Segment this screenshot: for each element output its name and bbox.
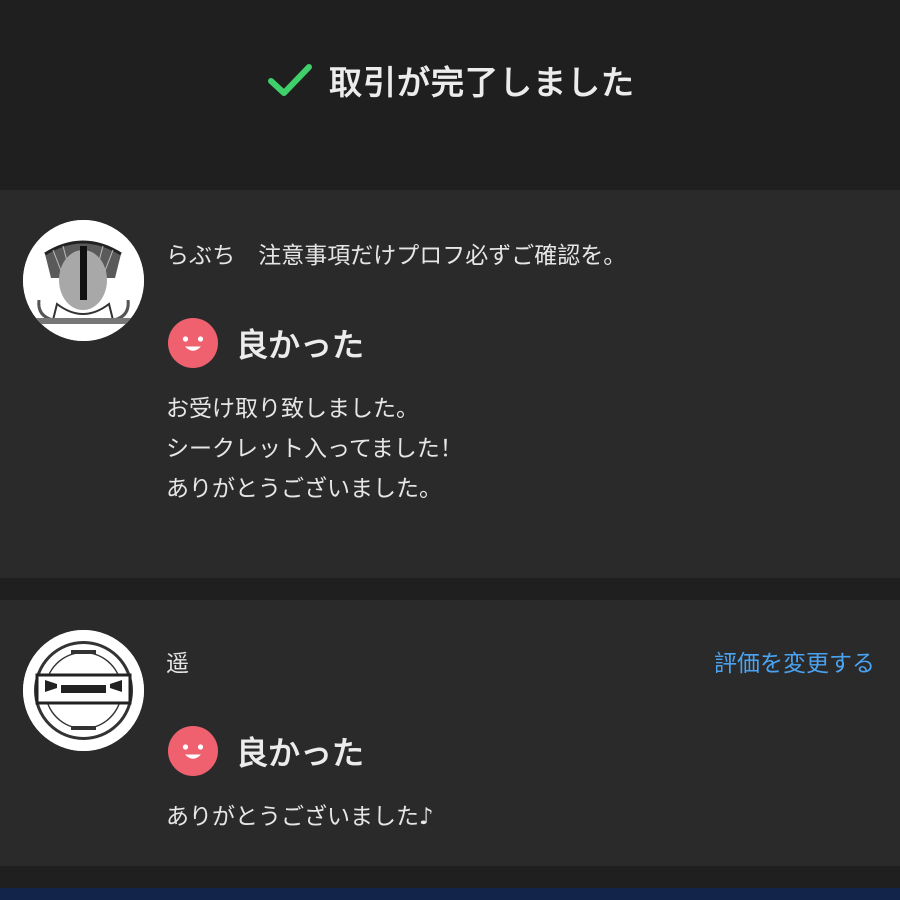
username[interactable]: 遥 xyxy=(166,644,189,678)
haruka-logo-icon xyxy=(23,630,144,751)
comment-line: ありがとうございました。 xyxy=(166,476,442,502)
header: 取引が完了しました xyxy=(0,0,900,190)
username[interactable]: らぶち 注意事項だけプロフ必ずご確認を。 xyxy=(166,236,626,270)
smile-icon xyxy=(168,726,218,776)
rating-label: 良かった xyxy=(236,734,365,772)
review-card: らぶち 注意事項だけプロフ必ずご確認を。 良かった お受け取り致しました。 シー… xyxy=(0,190,900,578)
comment-line: ありがとうございました♪ xyxy=(166,804,434,830)
rating-label: 良かった xyxy=(236,326,365,364)
transaction-complete-screen: 取引が完了しました らぶち 注意事項だけプロフ必ずご確認を。 良かった お受け取… xyxy=(0,0,900,900)
review-comment: お受け取り致しました。 シークレット入ってました！ ありがとうございました。 xyxy=(166,389,463,509)
comment-line: お受け取り致しました。 xyxy=(166,396,419,422)
divider xyxy=(0,578,900,600)
comment-line: シークレット入ってました！ xyxy=(166,436,463,462)
header-inner: 取引が完了しました xyxy=(0,52,900,108)
review-comment: ありがとうございました♪ xyxy=(166,797,434,837)
change-rating-link[interactable]: 評価を変更する xyxy=(714,644,875,678)
rating: 良かった xyxy=(168,318,364,368)
avatar[interactable] xyxy=(23,220,144,341)
smile-icon xyxy=(168,318,218,368)
review-card: 遥 評価を変更する 良かった ありがとうございました♪ xyxy=(0,600,900,866)
avatar-illustration-icon xyxy=(23,220,144,341)
check-icon xyxy=(268,64,312,96)
page-title: 取引が完了しました xyxy=(329,63,635,102)
divider xyxy=(0,866,900,888)
avatar[interactable] xyxy=(23,630,144,751)
rating: 良かった xyxy=(168,726,364,776)
bottom-bar xyxy=(0,888,900,900)
